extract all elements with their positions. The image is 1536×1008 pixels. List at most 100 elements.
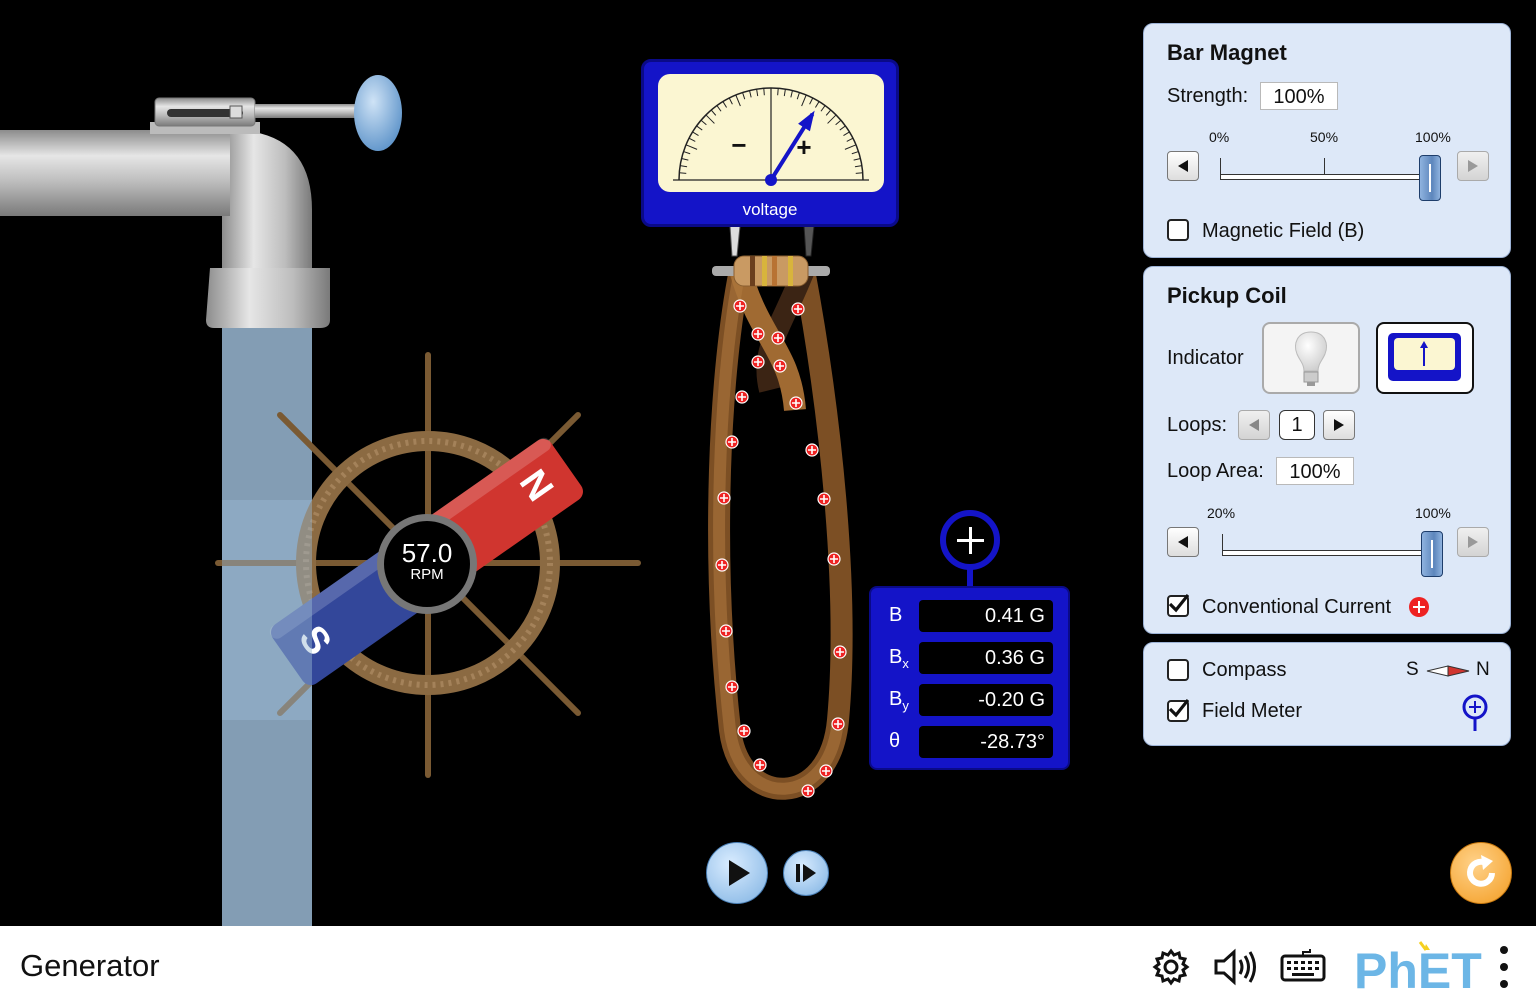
loop-area-label: Loop Area:	[1167, 460, 1264, 482]
gear-icon[interactable]	[1151, 947, 1191, 987]
meter-tick	[844, 144, 857, 150]
field-meter[interactable]: B 0.41 G Bx 0.36 G By -0.20 G θ -28.73°	[869, 586, 1070, 770]
compass-label: Compass	[1202, 659, 1287, 681]
right-arrow-icon	[1468, 160, 1478, 172]
field-meter-checkbox[interactable]	[1167, 699, 1189, 722]
strength-decrease-button[interactable]	[1167, 151, 1199, 181]
field-by-value: -0.20 G	[919, 684, 1053, 716]
loop-area-increase-button[interactable]	[1457, 527, 1489, 557]
resistor	[712, 225, 830, 287]
conventional-current-checkbox[interactable]	[1167, 594, 1189, 617]
field-meter-probe[interactable]	[940, 510, 1000, 570]
meter-tick	[809, 97, 814, 105]
meter-pivot	[765, 174, 777, 186]
rpm-gauge: 57.0 RPM	[377, 514, 477, 614]
meter-tick	[700, 119, 707, 126]
field-theta-value: -28.73°	[919, 726, 1053, 758]
loop-area-slider-thumb[interactable]	[1421, 531, 1443, 577]
pickup-coil-title: Pickup Coil	[1167, 283, 1287, 308]
voltage-label: voltage	[742, 200, 798, 219]
meter-tick	[696, 125, 703, 131]
meter-tick	[692, 131, 699, 137]
step-icon	[796, 864, 816, 882]
reset-all-button[interactable]	[1450, 842, 1512, 904]
meter-tick	[801, 94, 807, 107]
navigation-bar: Generator PhET	[0, 926, 1536, 1008]
strength-label: Strength:	[1167, 85, 1249, 107]
meter-tick	[777, 88, 779, 96]
voltmeter: − + voltage	[641, 59, 899, 227]
meter-tick	[843, 131, 850, 137]
faucet[interactable]	[0, 70, 410, 340]
field-meter-label: Field Meter	[1202, 700, 1303, 722]
strength-slider-thumb[interactable]	[1419, 155, 1441, 201]
voltmeter-icon	[1388, 333, 1461, 381]
meter-tick	[783, 89, 786, 97]
phet-logo-graphic: PhET	[1354, 941, 1482, 999]
meter-tick	[814, 101, 820, 108]
meter-tick	[728, 97, 733, 105]
indicator-label: Indicator	[1167, 347, 1244, 369]
strength-tick-mid: 50%	[1310, 129, 1339, 145]
meter-tick	[825, 109, 832, 116]
meter-tick	[680, 165, 688, 168]
more-options-icon[interactable]	[1494, 944, 1514, 990]
play-button[interactable]	[706, 842, 768, 904]
bar-magnet-panel: Bar Magnet Strength: 100% 0% 50% 100% Ma…	[1143, 23, 1511, 258]
meter-tick	[790, 90, 793, 98]
field-b-value: 0.41 G	[919, 600, 1053, 632]
meter-tick	[683, 151, 691, 155]
meter-needle-head	[798, 110, 815, 132]
phet-logo-text: PhET	[1354, 943, 1482, 998]
field-meter-icon	[1462, 694, 1488, 731]
meter-tick	[735, 94, 741, 107]
loop-area-value: 100%	[1276, 457, 1354, 485]
loops-label: Loops:	[1167, 414, 1228, 436]
pickup-coil[interactable]	[700, 250, 860, 810]
strength-tick-min: 0%	[1209, 129, 1230, 145]
meter-tick	[710, 109, 717, 116]
meter-tick	[705, 114, 715, 124]
magnetic-field-label: Magnetic Field (B)	[1202, 220, 1365, 242]
meter-dial: − +	[673, 87, 869, 186]
meter-tick	[827, 114, 837, 124]
play-area: S N 57.0 RPM − + voltage B 0.41 G Bx 0.3…	[0, 0, 1536, 926]
bar-magnet-title: Bar Magnet	[1167, 40, 1287, 65]
loops-decrease-button[interactable]	[1238, 410, 1270, 440]
indicator-lightbulb-button[interactable]	[1262, 322, 1360, 394]
right-arrow-icon	[1334, 419, 1344, 431]
strength-slider-track[interactable]	[1220, 174, 1430, 180]
indicator-voltmeter-button[interactable]	[1376, 322, 1474, 394]
options-panel: Compass S N Field Meter	[1143, 642, 1511, 746]
loop-area-slider-track[interactable]	[1222, 550, 1432, 556]
rpm-value: 57.0	[401, 538, 453, 568]
loops-increase-button[interactable]	[1323, 410, 1355, 440]
meter-tick	[688, 137, 696, 142]
compass-checkbox[interactable]	[1167, 659, 1189, 681]
reset-icon	[1467, 855, 1495, 887]
positive-charge-icon	[1409, 597, 1429, 617]
keyboard-icon[interactable]	[1280, 948, 1326, 984]
compass-needle-icon	[1426, 665, 1470, 677]
loop-area-decrease-button[interactable]	[1167, 527, 1199, 557]
sound-icon[interactable]	[1212, 946, 1260, 988]
left-arrow-icon	[1249, 419, 1259, 431]
meter-tick	[846, 137, 854, 142]
meter-face: − +	[658, 74, 884, 192]
meter-tick	[681, 158, 689, 161]
phet-logo[interactable]: PhET	[1354, 938, 1484, 999]
conventional-current-label: Conventional Current	[1202, 596, 1391, 618]
meter-tick	[716, 105, 722, 112]
strength-increase-button[interactable]	[1457, 151, 1489, 181]
strength-value: 100%	[1260, 82, 1338, 110]
loops-value: 1	[1279, 410, 1315, 440]
step-button[interactable]	[783, 850, 829, 896]
meter-tick	[855, 172, 863, 174]
meter-tick	[796, 92, 800, 100]
loop-area-tick-max: 100%	[1415, 505, 1451, 521]
sim-title: Generator	[20, 948, 160, 983]
compass-s-label: S	[1406, 659, 1419, 680]
magnetic-field-checkbox[interactable]	[1167, 219, 1189, 241]
meter-tick	[763, 88, 765, 96]
meter-tick	[722, 101, 728, 108]
